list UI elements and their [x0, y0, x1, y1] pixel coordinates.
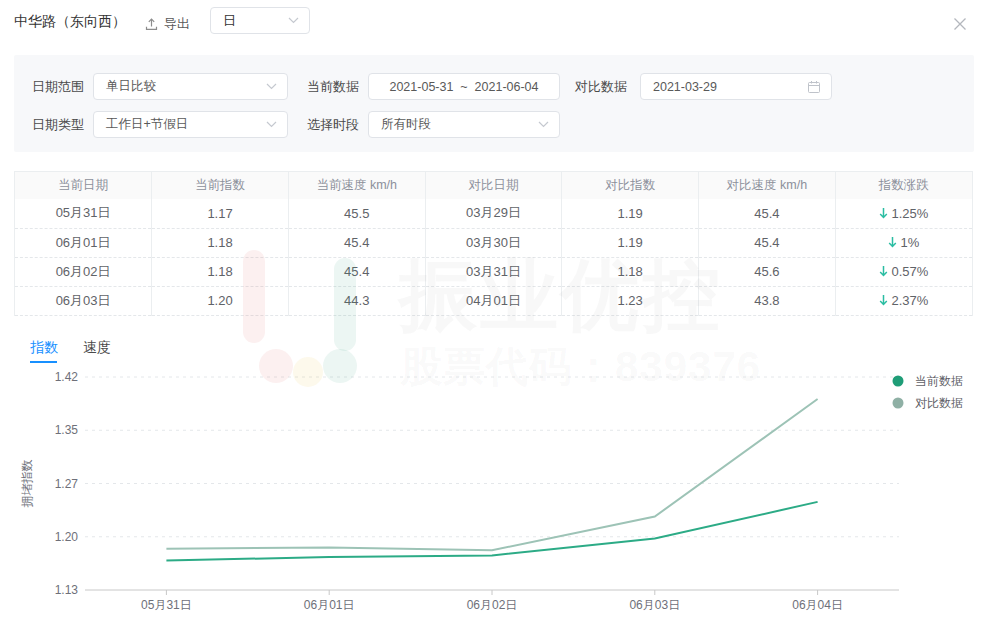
tab-active-underline	[30, 361, 57, 363]
table-cell: 03月30日	[425, 228, 562, 257]
table-cell: 1.18	[152, 257, 289, 286]
table-col-header: 指数涨跌	[835, 172, 972, 199]
table-cell: 45.4	[699, 199, 836, 228]
series-line-对比数据	[166, 399, 817, 550]
table-cell: 03月29日	[425, 199, 562, 228]
chevron-down-icon	[266, 83, 277, 90]
y-axis-name: 拥堵指数	[20, 460, 34, 508]
table-cell: 1.19	[562, 228, 699, 257]
compare-data-label: 对比数据	[575, 73, 627, 100]
x-tick-label: 06月04日	[792, 598, 843, 612]
table-cell: 45.4	[288, 257, 425, 286]
y-tick-label: 1.20	[55, 530, 79, 544]
table-row: 06月01日1.1845.403月30日1.1945.41%	[15, 228, 972, 257]
line-chart: 1.13 1.20 1.27 1.35 1.42 05月31日 06月01日 06月02日 06…	[0, 370, 986, 643]
unit-select-value: 日	[223, 12, 236, 30]
table-cell: 06月03日	[15, 286, 152, 315]
date-type-label: 日期类型	[32, 111, 84, 138]
x-tick-label: 05月31日	[141, 598, 192, 612]
index-change-cell: 1%	[835, 228, 972, 257]
table-cell: 45.4	[288, 228, 425, 257]
table-cell: 45.4	[699, 228, 836, 257]
table-col-header: 当前日期	[15, 172, 152, 199]
time-period-select[interactable]: 所有时段	[368, 111, 560, 138]
chevron-down-icon	[288, 17, 299, 24]
index-change-cell: 2.37%	[835, 286, 972, 315]
down-arrow-icon	[888, 236, 897, 248]
upload-icon	[145, 17, 158, 31]
date-range-label: 日期范围	[32, 73, 84, 100]
compare-data-date-input[interactable]: 2021-03-29	[640, 73, 832, 100]
table-cell: 1.17	[152, 199, 289, 228]
table-col-header: 对比日期	[425, 172, 562, 199]
table-row: 05月31日1.1745.503月29日1.1945.41.25%	[15, 199, 972, 228]
current-data-label: 当前数据	[307, 73, 359, 100]
chevron-down-icon	[538, 121, 549, 128]
y-tick-label: 1.27	[55, 477, 79, 491]
unit-select[interactable]: 日	[210, 7, 310, 34]
date-type-value: 工作日+节假日	[106, 116, 188, 133]
y-tick-label: 1.35	[55, 423, 79, 437]
y-tick-label: 1.42	[55, 370, 79, 384]
x-tick-label: 06月01日	[304, 598, 355, 612]
time-period-value: 所有时段	[381, 116, 431, 133]
close-button[interactable]	[951, 15, 969, 33]
down-arrow-icon	[879, 294, 888, 306]
date-type-select[interactable]: 工作日+节假日	[93, 111, 288, 138]
export-button[interactable]: 导出	[145, 15, 190, 33]
table-header: 当前日期当前指数当前速度 km/h对比日期对比指数对比速度 km/h指数涨跌	[15, 172, 972, 199]
table-cell: 03月31日	[425, 257, 562, 286]
current-data-value: 2021-05-31 ~ 2021-06-04	[389, 80, 538, 94]
tab-index[interactable]: 指数	[30, 339, 58, 357]
series-line-当前数据	[166, 502, 817, 561]
filter-panel: 日期范围 单日比较 当前数据 2021-05-31 ~ 2021-06-04 对…	[14, 55, 974, 152]
traffic-analysis-panel: 中华路（东向西） 导出 日 日期范围 单日比较 当前数据 2021-05-31 …	[0, 0, 986, 643]
table-col-header: 当前速度 km/h	[288, 172, 425, 199]
compare-data-value: 2021-03-29	[653, 80, 717, 94]
table-col-header: 对比指数	[562, 172, 699, 199]
calendar-icon	[807, 80, 821, 94]
x-tick-label: 06月02日	[467, 598, 518, 612]
table-cell: 45.6	[699, 257, 836, 286]
table-cell: 1.20	[152, 286, 289, 315]
legend-label[interactable]: 对比数据	[915, 396, 963, 410]
index-change-cell: 1.25%	[835, 199, 972, 228]
table-cell: 05月31日	[15, 199, 152, 228]
table-row: 06月03日1.2044.304月01日1.2343.82.37%	[15, 286, 972, 315]
time-period-label: 选择时段	[307, 111, 359, 138]
page-title: 中华路（东向西）	[14, 13, 126, 31]
legend-label[interactable]: 当前数据	[915, 374, 963, 388]
chevron-down-icon	[266, 121, 277, 128]
date-range-value: 单日比较	[106, 78, 156, 95]
table-cell: 1.19	[562, 199, 699, 228]
table-col-header: 当前指数	[152, 172, 289, 199]
index-change-cell: 0.57%	[835, 257, 972, 286]
comparison-table: 当前日期当前指数当前速度 km/h对比日期对比指数对比速度 km/h指数涨跌 0…	[14, 171, 973, 316]
date-range-select[interactable]: 单日比较	[93, 73, 288, 100]
legend-dot[interactable]	[893, 376, 904, 387]
table-cell: 1.18	[562, 257, 699, 286]
x-tick-label: 06月03日	[629, 598, 680, 612]
export-label: 导出	[164, 15, 190, 33]
table-cell: 1.18	[152, 228, 289, 257]
table-cell: 04月01日	[425, 286, 562, 315]
down-arrow-icon	[879, 265, 888, 277]
table-col-header: 对比速度 km/h	[699, 172, 836, 199]
table-cell: 45.5	[288, 199, 425, 228]
table-cell: 06月02日	[15, 257, 152, 286]
table-cell: 06月01日	[15, 228, 152, 257]
table-row: 06月02日1.1845.403月31日1.1845.60.57%	[15, 257, 972, 286]
table-cell: 1.23	[562, 286, 699, 315]
legend-dot[interactable]	[893, 398, 904, 409]
down-arrow-icon	[879, 207, 888, 219]
table-cell: 43.8	[699, 286, 836, 315]
table-cell: 44.3	[288, 286, 425, 315]
y-tick-label: 1.13	[55, 583, 79, 597]
current-data-daterange-input[interactable]: 2021-05-31 ~ 2021-06-04	[368, 73, 560, 100]
tab-speed[interactable]: 速度	[83, 339, 111, 357]
